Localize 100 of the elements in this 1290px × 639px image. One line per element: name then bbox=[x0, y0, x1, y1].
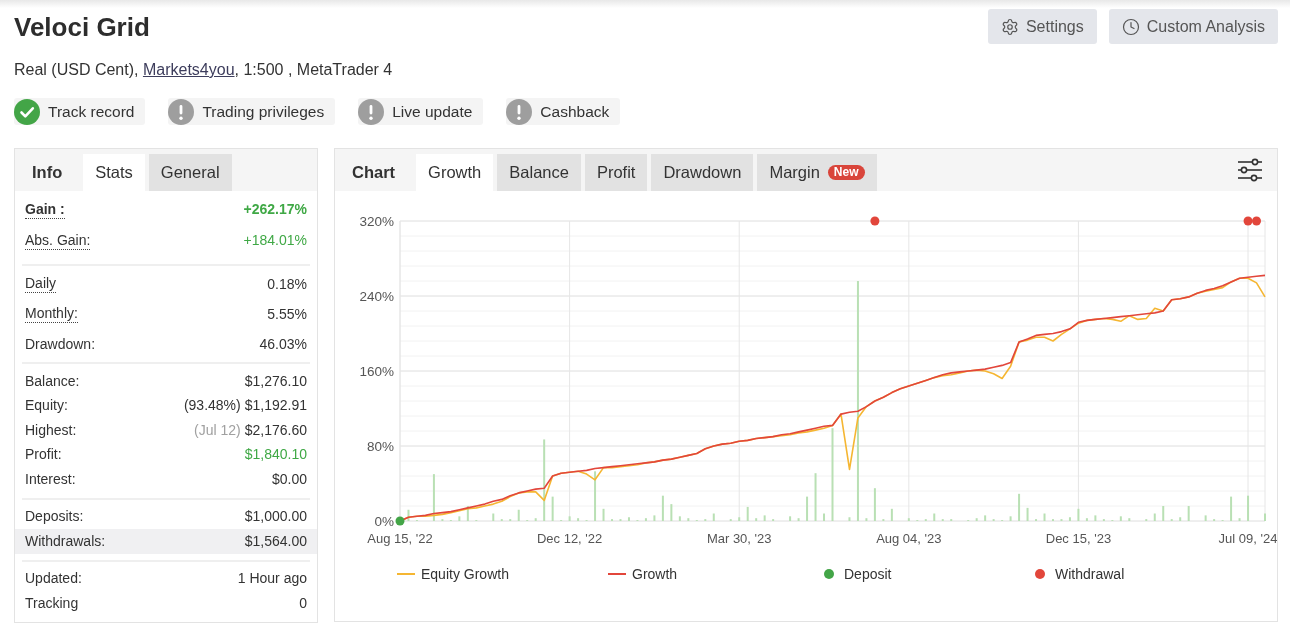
badge-label: Live update bbox=[392, 101, 473, 122]
volume-bar bbox=[687, 518, 690, 521]
stat-label: Withdrawals: bbox=[25, 532, 106, 550]
stat-label: Tracking bbox=[25, 594, 79, 612]
volume-bar bbox=[712, 513, 715, 521]
stat-label: Updated: bbox=[25, 570, 82, 588]
gear-icon bbox=[1000, 17, 1019, 36]
sliders-icon[interactable] bbox=[1237, 158, 1263, 182]
volume-bar bbox=[1119, 516, 1122, 521]
volume-bar bbox=[763, 515, 766, 521]
broker-link[interactable]: Markets4you bbox=[142, 61, 235, 78]
volume-bar bbox=[907, 518, 910, 521]
volume-bar bbox=[627, 517, 630, 521]
volume-bar bbox=[1238, 518, 1241, 521]
tab[interactable]: Balance bbox=[497, 154, 581, 191]
y-axis-label: 320% bbox=[359, 213, 394, 229]
stat-value: 46.03% bbox=[259, 334, 307, 354]
stat-label: Gain : bbox=[25, 200, 65, 219]
y-axis-label: 160% bbox=[359, 363, 394, 379]
volume-bar bbox=[407, 509, 410, 521]
volume-bar bbox=[797, 518, 800, 521]
stat-note: (93.48%) bbox=[183, 396, 241, 416]
volume-bar bbox=[551, 496, 554, 521]
x-axis-label: Aug 15, '22 bbox=[367, 531, 433, 546]
x-axis-label: Jul 09, '24 bbox=[1218, 531, 1277, 546]
legend-item[interactable]: Deposit bbox=[819, 563, 1030, 585]
volume-bar bbox=[746, 506, 749, 521]
tab[interactable]: General bbox=[148, 154, 232, 191]
volume-bar bbox=[848, 517, 851, 521]
volume-bar bbox=[873, 488, 876, 521]
volume-bar bbox=[534, 518, 537, 521]
stat-value: $1,192.91 bbox=[244, 396, 307, 416]
settings-button[interactable]: Settings bbox=[987, 9, 1097, 44]
volume-bar bbox=[1247, 495, 1250, 521]
stat-label: Abs. Gain: bbox=[25, 231, 91, 250]
stat-value: +262.17% bbox=[243, 200, 307, 219]
stat-label: Profit: bbox=[25, 446, 62, 464]
panel-heading: Chart bbox=[351, 162, 397, 184]
volume-bar bbox=[1187, 506, 1190, 521]
volume-bar bbox=[653, 515, 656, 521]
stat-label: Drawdown: bbox=[25, 335, 96, 353]
tab[interactable]: Stats bbox=[83, 154, 145, 191]
clock-icon bbox=[1121, 17, 1140, 36]
stat-value: 0 bbox=[299, 593, 307, 613]
volume-bar bbox=[806, 496, 809, 521]
stat-value: $0.00 bbox=[271, 469, 307, 489]
legend-item[interactable]: Withdrawal bbox=[1030, 563, 1241, 585]
tab[interactable]: Profit bbox=[584, 154, 648, 191]
tab[interactable]: Margin New bbox=[757, 154, 877, 191]
stat-value: $2,176.60 bbox=[244, 420, 307, 440]
volume-bar bbox=[568, 516, 571, 521]
tab[interactable]: Growth bbox=[416, 154, 494, 191]
volume-bar bbox=[933, 513, 936, 521]
chart-marker bbox=[1252, 216, 1261, 226]
chart-marker bbox=[870, 216, 880, 226]
volume-bar bbox=[755, 518, 758, 521]
chart-marker bbox=[395, 516, 405, 526]
panel-heading: Info bbox=[31, 162, 64, 184]
badge-label: Trading privileges bbox=[202, 101, 325, 122]
volume-bar bbox=[1009, 516, 1012, 521]
stat-label: Balance: bbox=[25, 372, 80, 390]
volume-bar bbox=[1085, 518, 1088, 521]
stat-value: $1,276.10 bbox=[244, 371, 307, 391]
volume-bar bbox=[1077, 508, 1080, 521]
x-axis-label: Dec 15, '23 bbox=[1045, 531, 1112, 546]
volume-bar bbox=[1043, 513, 1046, 521]
volume-bar bbox=[1162, 506, 1165, 521]
volume-bar bbox=[1018, 493, 1021, 521]
stat-label: Interest: bbox=[25, 470, 76, 488]
stat-label: Monthly: bbox=[25, 305, 78, 323]
volume-bar bbox=[1026, 507, 1029, 521]
volume-bar bbox=[577, 518, 580, 521]
x-axis-label: Mar 30, '23 bbox=[706, 531, 772, 546]
volume-bar bbox=[661, 495, 664, 521]
stat-label: Equity: bbox=[25, 397, 68, 415]
volume-bar bbox=[644, 518, 647, 521]
volume-bar bbox=[602, 508, 605, 521]
volume-bar bbox=[1094, 515, 1097, 521]
volume-bar bbox=[1068, 517, 1071, 521]
volume-bar bbox=[865, 518, 868, 521]
stat-value: 5.55% bbox=[267, 304, 307, 324]
volume-bar bbox=[517, 509, 520, 521]
volume-bar bbox=[1128, 518, 1131, 521]
x-axis-label: Dec 12, '22 bbox=[536, 531, 603, 546]
volume-bar bbox=[678, 516, 681, 521]
analysis-button[interactable]: Custom Analysis bbox=[1108, 9, 1278, 44]
volume-bar bbox=[458, 516, 461, 521]
volume-bar bbox=[890, 508, 893, 521]
legend-item[interactable]: Growth bbox=[608, 563, 819, 585]
volume-bar bbox=[670, 504, 673, 521]
volume-bar bbox=[738, 517, 741, 521]
new-badge: New bbox=[827, 165, 865, 180]
x-axis-label: Aug 04, '23 bbox=[876, 531, 942, 546]
legend-item[interactable]: Equity Growth bbox=[397, 563, 608, 585]
volume-bar bbox=[466, 506, 469, 521]
stat-note: (Jul 12) bbox=[194, 420, 241, 440]
y-axis-label: 240% bbox=[359, 288, 394, 304]
badge-label: Track record bbox=[48, 101, 135, 122]
stat-label: Daily bbox=[25, 275, 57, 293]
tab[interactable]: Drawdown bbox=[651, 154, 754, 191]
